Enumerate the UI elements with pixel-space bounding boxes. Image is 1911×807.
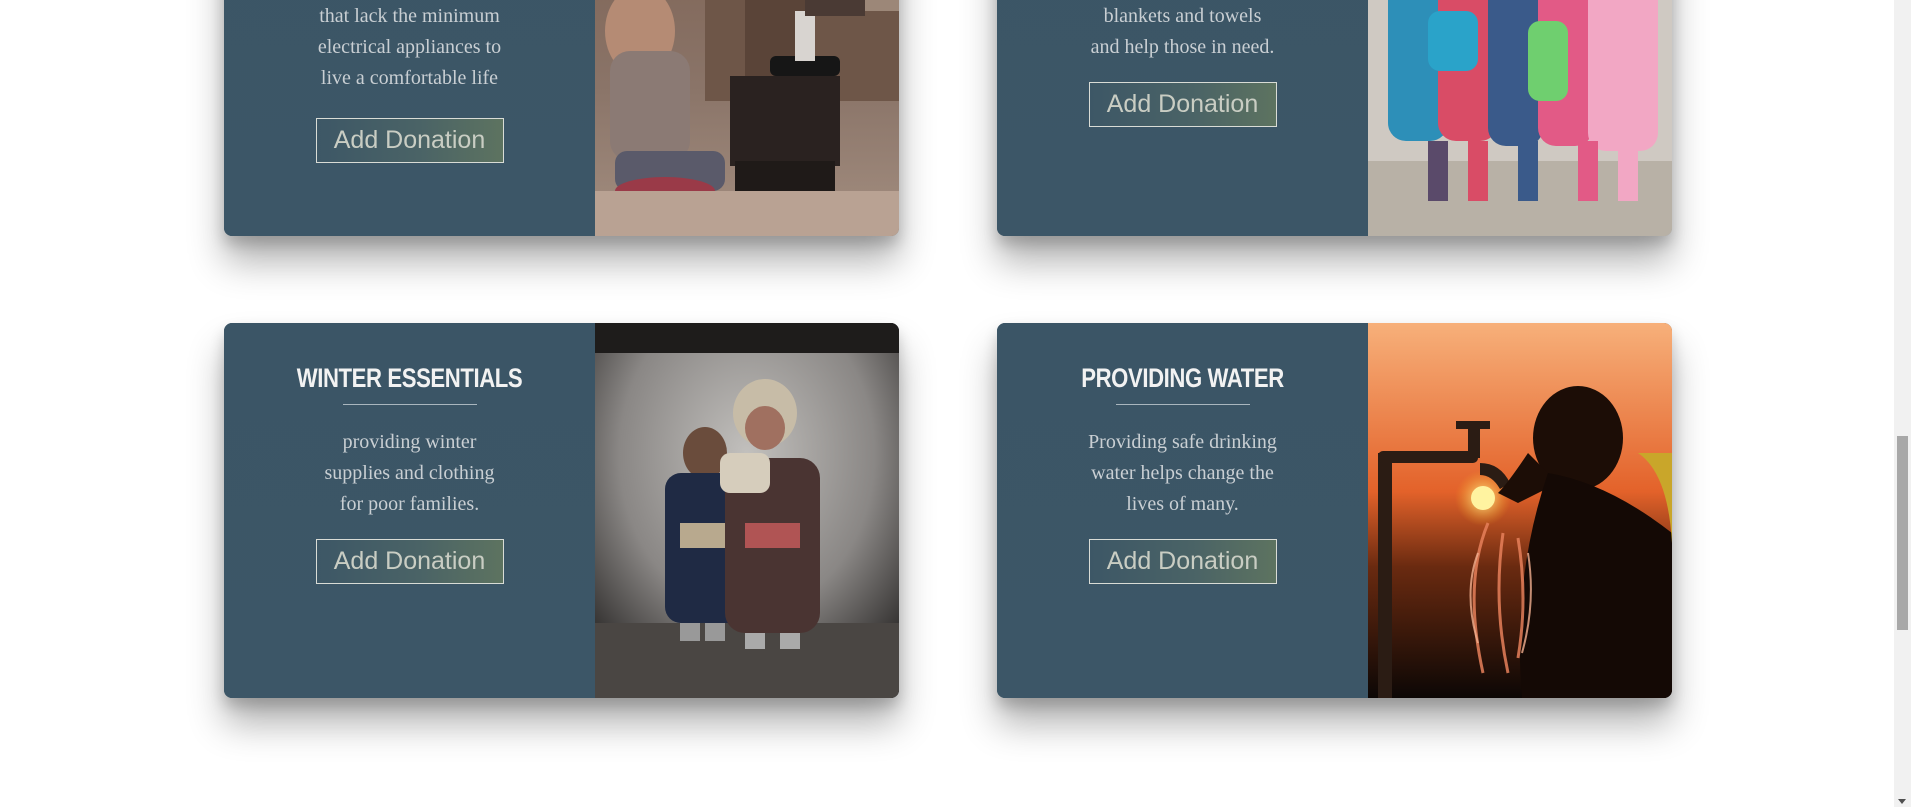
- description-line: and help those in need.: [1090, 36, 1275, 58]
- page: that lack the minimum electrical applian…: [0, 0, 1911, 807]
- description-line: providing winter: [342, 431, 477, 453]
- title-divider: [342, 404, 477, 405]
- card-description: Providing safe drinking water helps chan…: [1083, 427, 1283, 520]
- description-line: live a comfortable life: [320, 67, 499, 89]
- description-line: for poor families.: [339, 493, 480, 515]
- card-description: blankets and towels and help those in ne…: [1073, 1, 1293, 63]
- card-text-panel: PROVIDING WATER Providing safe drinking …: [997, 323, 1368, 698]
- description-line: supplies and clothing: [324, 462, 495, 484]
- description-line: electrical appliances to: [317, 36, 502, 58]
- card-description: that lack the minimum electrical applian…: [300, 1, 520, 94]
- card-title: WINTER ESSENTIALS: [296, 363, 523, 393]
- description-line: blankets and towels: [1103, 5, 1262, 27]
- add-donation-button[interactable]: Add Donation: [1088, 82, 1277, 127]
- card-title: PROVIDING WATER: [1081, 363, 1284, 393]
- card-text-panel: that lack the minimum electrical applian…: [224, 0, 595, 236]
- description-line: water helps change the: [1091, 462, 1274, 484]
- vertical-scrollbar[interactable]: [1894, 0, 1911, 807]
- scrollbar-thumb[interactable]: [1897, 436, 1908, 630]
- card-text-panel: WINTER ESSENTIALS providing winter suppl…: [224, 323, 595, 698]
- donation-card-electrical: that lack the minimum electrical applian…: [224, 0, 899, 236]
- scroll-down-arrow-icon[interactable]: [1898, 799, 1906, 804]
- shoe-shine-child-photo: [595, 0, 899, 236]
- card-description: providing winter supplies and clothing f…: [310, 427, 510, 520]
- child-drinking-tap-water-photo: [1368, 323, 1672, 698]
- description-line: lives of many.: [1126, 493, 1239, 515]
- add-donation-button[interactable]: Add Donation: [315, 539, 504, 584]
- donation-card-blankets: blankets and towels and help those in ne…: [997, 0, 1672, 236]
- add-donation-button[interactable]: Add Donation: [315, 118, 504, 163]
- description-line: that lack the minimum: [319, 5, 500, 27]
- children-winter-clothes-photo: [595, 323, 899, 698]
- title-divider: [1115, 404, 1250, 405]
- add-donation-button[interactable]: Add Donation: [1088, 539, 1277, 584]
- description-line: Providing safe drinking: [1088, 431, 1277, 453]
- card-text-panel: blankets and towels and help those in ne…: [997, 0, 1368, 236]
- children-with-toys-photo: [1368, 0, 1672, 236]
- donation-card-providing-water: PROVIDING WATER Providing safe drinking …: [997, 323, 1672, 698]
- donation-card-winter-essentials: WINTER ESSENTIALS providing winter suppl…: [224, 323, 899, 698]
